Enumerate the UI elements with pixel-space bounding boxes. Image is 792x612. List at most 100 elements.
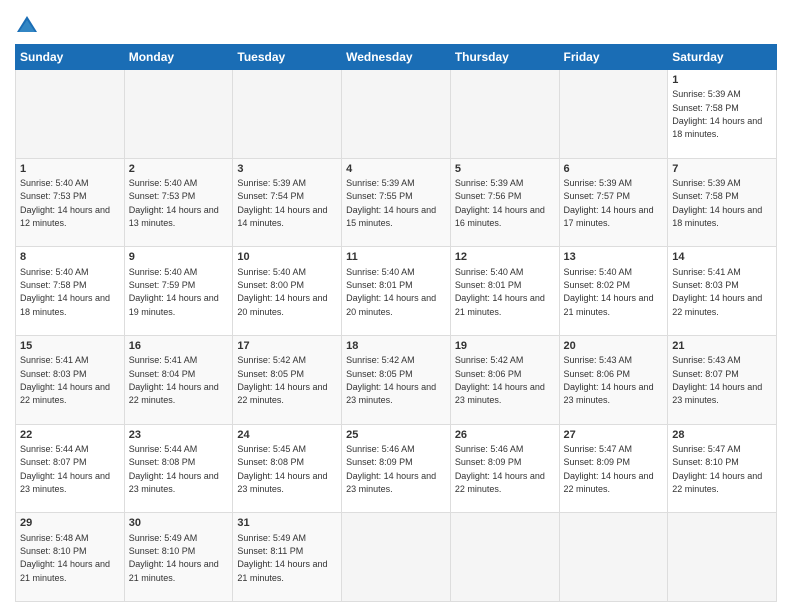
calendar-cell: 18 Sunrise: 5:42 AM Sunset: 8:05 PM Dayli…: [342, 335, 451, 424]
day-info: Sunrise: 5:39 AM Sunset: 7:55 PM Dayligh…: [346, 178, 436, 228]
calendar-table: SundayMondayTuesdayWednesdayThursdayFrid…: [15, 44, 777, 602]
day-number: 15: [20, 339, 120, 353]
day-number: 17: [237, 339, 337, 353]
day-info: Sunrise: 5:40 AM Sunset: 8:00 PM Dayligh…: [237, 267, 327, 317]
calendar-cell: 29 Sunrise: 5:48 AM Sunset: 8:10 PM Dayli…: [16, 513, 125, 602]
day-info: Sunrise: 5:46 AM Sunset: 8:09 PM Dayligh…: [455, 444, 545, 494]
day-info: Sunrise: 5:40 AM Sunset: 8:02 PM Dayligh…: [564, 267, 654, 317]
calendar-cell: 4 Sunrise: 5:39 AM Sunset: 7:55 PM Daylig…: [342, 158, 451, 247]
day-info: Sunrise: 5:49 AM Sunset: 8:11 PM Dayligh…: [237, 533, 327, 583]
calendar-cell: 21 Sunrise: 5:43 AM Sunset: 8:07 PM Dayli…: [668, 335, 777, 424]
day-number: 9: [129, 250, 229, 264]
calendar-cell: 24Sunrise: 5:45 AM Sunset: 8:08 PM Dayli…: [233, 424, 342, 513]
calendar-cell: 20Sunrise: 5:43 AM Sunset: 8:06 PM Dayli…: [559, 335, 668, 424]
calendar-cell: [450, 513, 559, 602]
calendar-cell: 5 Sunrise: 5:39 AM Sunset: 7:56 PM Daylig…: [450, 158, 559, 247]
day-number: 11: [346, 250, 446, 264]
day-number: 31: [237, 516, 337, 530]
calendar-cell: [342, 513, 451, 602]
day-info: Sunrise: 5:41 AM Sunset: 8:04 PM Dayligh…: [129, 355, 219, 405]
calendar-cell: 19 Sunrise: 5:42 AM Sunset: 8:06 PM Dayli…: [450, 335, 559, 424]
calendar-cell: 26 Sunrise: 5:46 AM Sunset: 8:09 PM Dayli…: [450, 424, 559, 513]
calendar-cell: 27 Sunrise: 5:47 AM Sunset: 8:09 PM Dayli…: [559, 424, 668, 513]
day-info: Sunrise: 5:40 AM Sunset: 7:53 PM Dayligh…: [20, 178, 110, 228]
day-number: 30: [129, 516, 229, 530]
day-number: 29: [20, 516, 120, 530]
day-number: 26: [455, 428, 555, 442]
day-info: Sunrise: 5:39 AM Sunset: 7:56 PM Dayligh…: [455, 178, 545, 228]
weekday-header: Saturday: [668, 45, 777, 70]
day-number: 12: [455, 250, 555, 264]
calendar-cell: 1 Sunrise: 5:39 AM Sunset: 7:58 PM Daylig…: [668, 70, 777, 159]
calendar-cell: 16 Sunrise: 5:41 AM Sunset: 8:04 PM Dayli…: [124, 335, 233, 424]
day-number: 22: [20, 428, 120, 442]
day-number: 19: [455, 339, 555, 353]
day-info: Sunrise: 5:42 AM Sunset: 8:06 PM Dayligh…: [455, 355, 545, 405]
day-info: Sunrise: 5:39 AM Sunset: 7:57 PM Dayligh…: [564, 178, 654, 228]
calendar-cell: [124, 70, 233, 159]
calendar-cell: 25 Sunrise: 5:46 AM Sunset: 8:09 PM Dayli…: [342, 424, 451, 513]
day-number: 20: [564, 339, 664, 353]
day-number: 8: [20, 250, 120, 264]
day-info: Sunrise: 5:43 AM Sunset: 8:07 PM Dayligh…: [672, 355, 762, 405]
day-number: 21: [672, 339, 772, 353]
day-number: 27: [564, 428, 664, 442]
calendar-cell: 2 Sunrise: 5:40 AM Sunset: 7:53 PM Daylig…: [124, 158, 233, 247]
calendar-cell: 10 Sunrise: 5:40 AM Sunset: 8:00 PM Dayli…: [233, 247, 342, 336]
calendar-cell: 22 Sunrise: 5:44 AM Sunset: 8:07 PM Dayli…: [16, 424, 125, 513]
calendar-cell: 7 Sunrise: 5:39 AM Sunset: 7:58 PM Daylig…: [668, 158, 777, 247]
day-number: 7: [672, 162, 772, 176]
day-info: Sunrise: 5:39 AM Sunset: 7:54 PM Dayligh…: [237, 178, 327, 228]
day-number: 4: [346, 162, 446, 176]
calendar-cell: 11Sunrise: 5:40 AM Sunset: 8:01 PM Dayli…: [342, 247, 451, 336]
calendar-cell: 15 Sunrise: 5:41 AM Sunset: 8:03 PM Dayli…: [16, 335, 125, 424]
calendar-cell: 6Sunrise: 5:39 AM Sunset: 7:57 PM Daylig…: [559, 158, 668, 247]
day-number: 25: [346, 428, 446, 442]
day-number: 16: [129, 339, 229, 353]
calendar-cell: 17 Sunrise: 5:42 AM Sunset: 8:05 PM Dayli…: [233, 335, 342, 424]
weekday-header: Sunday: [16, 45, 125, 70]
day-number: 3: [237, 162, 337, 176]
day-number: 23: [129, 428, 229, 442]
day-number: 18: [346, 339, 446, 353]
day-info: Sunrise: 5:41 AM Sunset: 8:03 PM Dayligh…: [20, 355, 110, 405]
day-info: Sunrise: 5:48 AM Sunset: 8:10 PM Dayligh…: [20, 533, 110, 583]
day-number: 24: [237, 428, 337, 442]
calendar-cell: 9 Sunrise: 5:40 AM Sunset: 7:59 PM Daylig…: [124, 247, 233, 336]
calendar-cell: [668, 513, 777, 602]
calendar-cell: [559, 70, 668, 159]
day-info: Sunrise: 5:40 AM Sunset: 7:59 PM Dayligh…: [129, 267, 219, 317]
day-info: Sunrise: 5:40 AM Sunset: 8:01 PM Dayligh…: [455, 267, 545, 317]
day-info: Sunrise: 5:49 AM Sunset: 8:10 PM Dayligh…: [129, 533, 219, 583]
day-number: 5: [455, 162, 555, 176]
day-info: Sunrise: 5:40 AM Sunset: 7:58 PM Dayligh…: [20, 267, 110, 317]
day-number: 10: [237, 250, 337, 264]
day-number: 14: [672, 250, 772, 264]
weekday-header: Thursday: [450, 45, 559, 70]
day-info: Sunrise: 5:40 AM Sunset: 7:53 PM Dayligh…: [129, 178, 219, 228]
day-info: Sunrise: 5:42 AM Sunset: 8:05 PM Dayligh…: [237, 355, 327, 405]
weekday-header: Tuesday: [233, 45, 342, 70]
day-info: Sunrise: 5:44 AM Sunset: 8:07 PM Dayligh…: [20, 444, 110, 494]
calendar-cell: [450, 70, 559, 159]
calendar-cell: [16, 70, 125, 159]
day-number: 1: [672, 73, 772, 87]
day-info: Sunrise: 5:47 AM Sunset: 8:09 PM Dayligh…: [564, 444, 654, 494]
logo: [15, 14, 43, 38]
calendar-cell: 3 Sunrise: 5:39 AM Sunset: 7:54 PM Daylig…: [233, 158, 342, 247]
calendar-cell: 23Sunrise: 5:44 AM Sunset: 8:08 PM Dayli…: [124, 424, 233, 513]
day-number: 2: [129, 162, 229, 176]
page: SundayMondayTuesdayWednesdayThursdayFrid…: [0, 0, 792, 612]
day-info: Sunrise: 5:42 AM Sunset: 8:05 PM Dayligh…: [346, 355, 436, 405]
logo-icon: [15, 14, 39, 38]
calendar-cell: 1Sunrise: 5:40 AM Sunset: 7:53 PM Daylig…: [16, 158, 125, 247]
day-info: Sunrise: 5:39 AM Sunset: 7:58 PM Dayligh…: [672, 178, 762, 228]
day-number: 13: [564, 250, 664, 264]
day-info: Sunrise: 5:39 AM Sunset: 7:58 PM Dayligh…: [672, 89, 762, 139]
calendar-cell: 31 Sunrise: 5:49 AM Sunset: 8:11 PM Dayli…: [233, 513, 342, 602]
calendar-cell: 12 Sunrise: 5:40 AM Sunset: 8:01 PM Dayli…: [450, 247, 559, 336]
calendar-cell: 14Sunrise: 5:41 AM Sunset: 8:03 PM Dayli…: [668, 247, 777, 336]
calendar-cell: [559, 513, 668, 602]
calendar-cell: 30 Sunrise: 5:49 AM Sunset: 8:10 PM Dayli…: [124, 513, 233, 602]
day-info: Sunrise: 5:46 AM Sunset: 8:09 PM Dayligh…: [346, 444, 436, 494]
